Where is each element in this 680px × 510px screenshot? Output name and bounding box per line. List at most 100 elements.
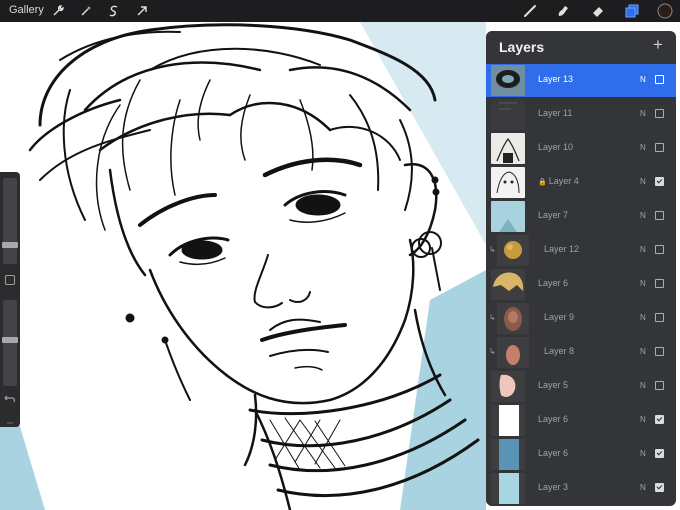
layer-row[interactable]: Layer 11 N	[486, 98, 676, 131]
redo-icon[interactable]	[7, 412, 13, 424]
visibility-checkbox[interactable]	[655, 109, 664, 118]
opacity-thumb[interactable]	[2, 337, 18, 343]
layer-name: Layer 13	[538, 74, 573, 84]
visibility-checkbox[interactable]	[655, 381, 664, 390]
layer-thumbnail[interactable]	[491, 201, 525, 232]
layer-list: Layer 13 N Layer 11 N Layer 10 N 🔒 Layer 4 N Laye…	[486, 64, 676, 506]
visibility-checkbox[interactable]	[655, 143, 664, 152]
layers-panel-title: Layers	[499, 39, 545, 55]
blend-mode-button[interactable]: N	[640, 75, 646, 84]
layer-row[interactable]: Layer 6 N	[486, 438, 676, 471]
blend-mode-button[interactable]: N	[640, 143, 646, 152]
layer-row[interactable]: 🔒 Layer 4 N	[486, 166, 676, 199]
visibility-checkbox[interactable]	[655, 313, 664, 322]
color-swatch-icon[interactable]	[657, 3, 673, 19]
layer-name-text: Layer 9	[544, 312, 575, 322]
layer-thumbnail[interactable]	[491, 473, 525, 504]
layer-thumbnail[interactable]	[491, 167, 525, 198]
layer-name: Layer 11	[538, 108, 572, 118]
blend-mode-button[interactable]: N	[640, 381, 646, 390]
selection-icon[interactable]	[106, 3, 122, 19]
layer-name-text: Layer 11	[538, 108, 573, 118]
clipping-mask-icon: ↳	[489, 313, 496, 322]
brush-size-slider[interactable]	[2, 178, 18, 264]
magic-wand-icon[interactable]	[78, 3, 94, 19]
layer-row[interactable]: Layer 3 N	[486, 472, 676, 505]
top-toolbar: Gallery	[0, 0, 680, 22]
layers-panel: Layers + Layer 13 N Layer 11 N Layer 10 N 🔒 Lay…	[486, 31, 676, 506]
blend-mode-button[interactable]: N	[640, 415, 646, 424]
visibility-checkbox[interactable]	[655, 245, 664, 254]
layer-name: Layer 10	[538, 142, 573, 152]
clipping-mask-icon: ↳	[489, 245, 496, 254]
layer-thumbnail[interactable]	[497, 235, 529, 266]
layer-thumbnail[interactable]	[491, 439, 525, 470]
layer-name: Layer 8	[544, 346, 574, 356]
brush-size-thumb[interactable]	[2, 242, 18, 248]
blend-mode-button[interactable]: N	[640, 177, 646, 186]
smudge-icon[interactable]	[555, 3, 571, 19]
layer-row[interactable]: Layer 13 N	[486, 64, 676, 97]
layer-thumbnail[interactable]	[491, 133, 525, 164]
lock-icon: 🔒	[538, 179, 547, 186]
visibility-checkbox[interactable]	[655, 75, 664, 84]
visibility-checkbox[interactable]	[655, 211, 664, 220]
layer-thumbnail[interactable]	[491, 65, 525, 96]
transform-arrow-icon[interactable]	[134, 3, 150, 19]
layers-icon[interactable]	[624, 3, 640, 19]
left-sidebar	[0, 172, 20, 427]
layer-thumbnail[interactable]	[497, 303, 529, 334]
layer-row[interactable]: Layer 10 N	[486, 132, 676, 165]
layer-row[interactable]: Layer 5 N	[486, 370, 676, 403]
layer-name: Layer 12	[544, 244, 579, 254]
layer-row[interactable]: Layer 7 N	[486, 200, 676, 233]
clipping-mask-icon: ↳	[489, 347, 496, 356]
visibility-checkbox[interactable]	[655, 177, 664, 186]
layer-row[interactable]: ↳ Layer 8 N	[486, 336, 676, 369]
wrench-icon[interactable]	[50, 3, 66, 19]
blend-mode-button[interactable]: N	[640, 279, 646, 288]
gallery-button[interactable]: Gallery	[9, 4, 44, 16]
opacity-slider[interactable]	[2, 300, 18, 386]
visibility-checkbox[interactable]	[655, 279, 664, 288]
layer-name: 🔒 Layer 4	[538, 176, 579, 186]
layer-row[interactable]: ↳ Layer 12 N	[486, 234, 676, 267]
layer-name-text: Layer 12	[544, 244, 580, 254]
layer-row[interactable]: Layer 6 N	[486, 268, 676, 301]
blend-mode-button[interactable]: N	[640, 245, 646, 254]
layer-name-text: Layer 6	[538, 414, 569, 424]
blend-mode-button[interactable]: N	[640, 483, 646, 492]
blend-mode-button[interactable]: N	[640, 313, 646, 322]
layer-name-text: Layer 3	[538, 482, 569, 492]
layer-name: Layer 9	[544, 312, 574, 322]
visibility-checkbox[interactable]	[655, 483, 664, 492]
layer-thumbnail[interactable]	[491, 405, 525, 436]
layer-name-text: Layer 7	[538, 210, 569, 220]
blend-mode-button[interactable]: N	[640, 109, 646, 118]
layer-name-text: Layer 6	[538, 278, 569, 288]
layer-thumbnail[interactable]	[491, 99, 525, 130]
layer-row[interactable]: ↳ Layer 9 N	[486, 302, 676, 335]
layer-name: Layer 3	[538, 482, 568, 492]
blend-mode-button[interactable]: N	[640, 211, 646, 220]
visibility-checkbox[interactable]	[655, 415, 664, 424]
layer-name: Layer 7	[538, 210, 568, 220]
visibility-checkbox[interactable]	[655, 449, 664, 458]
layer-name-text: Layer 10	[538, 142, 574, 152]
blend-mode-button[interactable]: N	[640, 449, 646, 458]
layer-name-text: Layer 8	[544, 346, 575, 356]
square-modify-icon[interactable]	[5, 275, 15, 285]
layer-name: Layer 6	[538, 448, 568, 458]
eraser-icon[interactable]	[590, 3, 606, 19]
layer-name-text: Layer 6	[538, 448, 569, 458]
layer-thumbnail[interactable]	[497, 337, 529, 368]
layer-thumbnail[interactable]	[491, 269, 525, 300]
layer-thumbnail[interactable]	[491, 371, 525, 402]
undo-icon[interactable]	[4, 392, 16, 404]
brush-icon[interactable]	[522, 3, 538, 19]
layer-name-text: Layer 5	[538, 380, 569, 390]
layer-row[interactable]: Layer 6 N	[486, 404, 676, 437]
blend-mode-button[interactable]: N	[640, 347, 646, 356]
plus-icon[interactable]: +	[650, 36, 666, 54]
visibility-checkbox[interactable]	[655, 347, 664, 356]
